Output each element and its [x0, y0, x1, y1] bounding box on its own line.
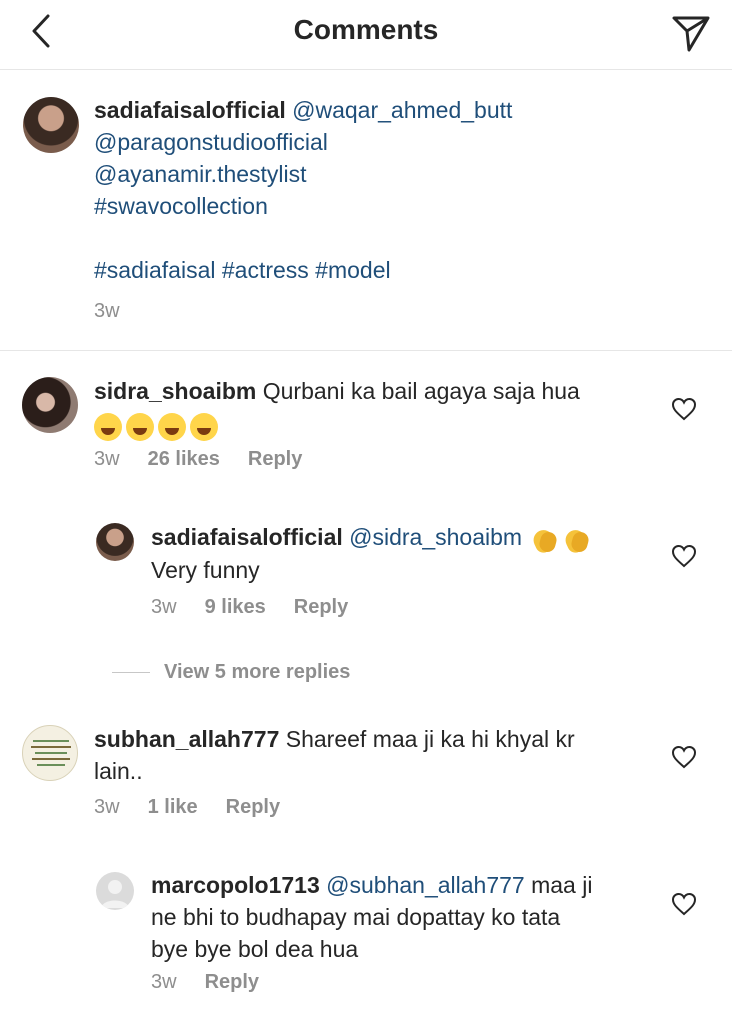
reply-meta: 3w Reply [151, 971, 287, 994]
post-caption: sadiafaisalofficial @waqar_ahmed_butt @p… [0, 71, 732, 351]
reply-meta: 3w 9 likes Reply [151, 596, 376, 619]
avatar[interactable] [96, 872, 134, 910]
laughing-emoji-icon [190, 412, 218, 441]
heart-icon[interactable] [671, 544, 697, 568]
comment-text: subhan_allah777 Shareef maa ji ka hi khy… [94, 723, 654, 787]
divider [112, 671, 150, 673]
reply-body-continued: ne bhi to budhapay mai dopattay ko tata [151, 904, 561, 930]
reply-body: maa ji [531, 872, 593, 898]
reply-username[interactable]: marcopolo1713 [151, 872, 320, 898]
caption-meta: 3w [94, 300, 148, 323]
avatar[interactable] [22, 725, 78, 781]
laughing-emoji-icon [94, 412, 122, 441]
mention-link[interactable]: @waqar_ahmed_butt [292, 97, 512, 123]
calligraphy-seal-icon [31, 740, 71, 766]
heart-icon[interactable] [671, 397, 697, 421]
likes-count[interactable]: 9 likes [205, 596, 266, 618]
comment-username[interactable]: sidra_shoaibm [94, 378, 256, 404]
reply-text: marcopolo1713 @subhan_allah777 maa ji ne… [151, 869, 671, 965]
avatar[interactable] [23, 97, 79, 153]
laughing-emoji-icon [126, 412, 154, 441]
hashtag-links[interactable]: #sadiafaisal #actress #model [94, 254, 694, 286]
timestamp: 3w [94, 448, 120, 470]
reply-body: Very funny [151, 556, 260, 583]
timestamp: 3w [94, 796, 120, 818]
timestamp: 3w [94, 300, 120, 322]
comment-username[interactable]: subhan_allah777 [94, 726, 279, 752]
mention-link[interactable]: @paragonstudioofficial [94, 126, 694, 158]
likes-count[interactable]: 26 likes [148, 448, 220, 470]
comment-body: Shareef maa ji ka hi khyal kr [285, 726, 575, 752]
caption-text: sadiafaisalofficial @waqar_ahmed_butt @p… [94, 94, 694, 286]
timestamp: 3w [151, 971, 177, 993]
comment-body-continued: lain.. [94, 758, 143, 784]
avatar[interactable] [22, 377, 78, 433]
mention-link[interactable]: @sidra_shoaibm [349, 524, 522, 550]
comment-meta: 3w 1 like Reply [94, 796, 308, 819]
likes-count[interactable]: 1 like [148, 796, 198, 818]
clapping-hands-icon [530, 524, 560, 554]
reply-text: sadiafaisalofficial @sidra_shoaibm Very … [151, 521, 651, 586]
hashtag-link[interactable]: #swavocollection [94, 190, 694, 222]
laughing-emoji-icons [94, 409, 654, 441]
reply-button[interactable]: Reply [248, 448, 302, 470]
view-more-replies-label: View 5 more replies [164, 660, 351, 683]
reply-button[interactable]: Reply [226, 796, 280, 818]
mention-link[interactable]: @ayanamir.thestylist [94, 158, 694, 190]
caption-username[interactable]: sadiafaisalofficial [94, 97, 286, 123]
avatar[interactable] [96, 523, 134, 561]
header-bar: Comments [0, 0, 732, 70]
comment-meta: 3w 26 likes Reply [94, 448, 330, 471]
timestamp: 3w [151, 596, 177, 618]
reply-body-continued: bye bye bol dea hua [151, 936, 359, 962]
mention-link[interactable]: @subhan_allah777 [326, 872, 525, 898]
page-title: Comments [293, 14, 439, 45]
heart-icon[interactable] [671, 892, 697, 916]
comment-text: sidra_shoaibm Qurbani ka bail agaya saja… [94, 375, 654, 441]
clapping-hands-icon [562, 524, 592, 554]
reply-button[interactable]: Reply [294, 596, 348, 618]
send-icon[interactable] [668, 10, 714, 56]
default-user-icon [101, 880, 129, 908]
view-more-replies[interactable]: View 5 more replies [112, 657, 350, 687]
heart-icon[interactable] [671, 745, 697, 769]
reply-username[interactable]: sadiafaisalofficial [151, 524, 343, 550]
comment-body: Qurbani ka bail agaya saja hua [262, 378, 580, 404]
laughing-emoji-icon [158, 412, 186, 441]
reply-button[interactable]: Reply [205, 971, 259, 993]
